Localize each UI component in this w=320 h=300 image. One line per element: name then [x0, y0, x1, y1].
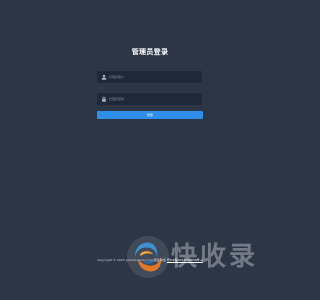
user-icon	[101, 74, 107, 80]
footer-copyright: Copyright © 2023 ·phlzcwnswor.com	[97, 258, 153, 262]
kuaishoulu-logo-icon	[135, 242, 162, 272]
password-field[interactable]	[97, 93, 202, 105]
icp-link[interactable]: 粤ICP备2023089858号-2	[167, 258, 203, 262]
page-title: 管理员登录	[131, 48, 169, 56]
login-button[interactable]: 登录	[97, 111, 203, 119]
password-input[interactable]	[109, 93, 197, 105]
footer: Copyright © 2023 ·phlzcwnswor.com 聚星网络 粤…	[0, 258, 300, 262]
lock-icon	[102, 96, 106, 102]
watermark-text: 快收录	[171, 242, 259, 272]
username-input[interactable]	[109, 71, 197, 83]
username-field[interactable]	[97, 71, 202, 83]
footer-site-name: 聚星网络	[153, 258, 166, 262]
